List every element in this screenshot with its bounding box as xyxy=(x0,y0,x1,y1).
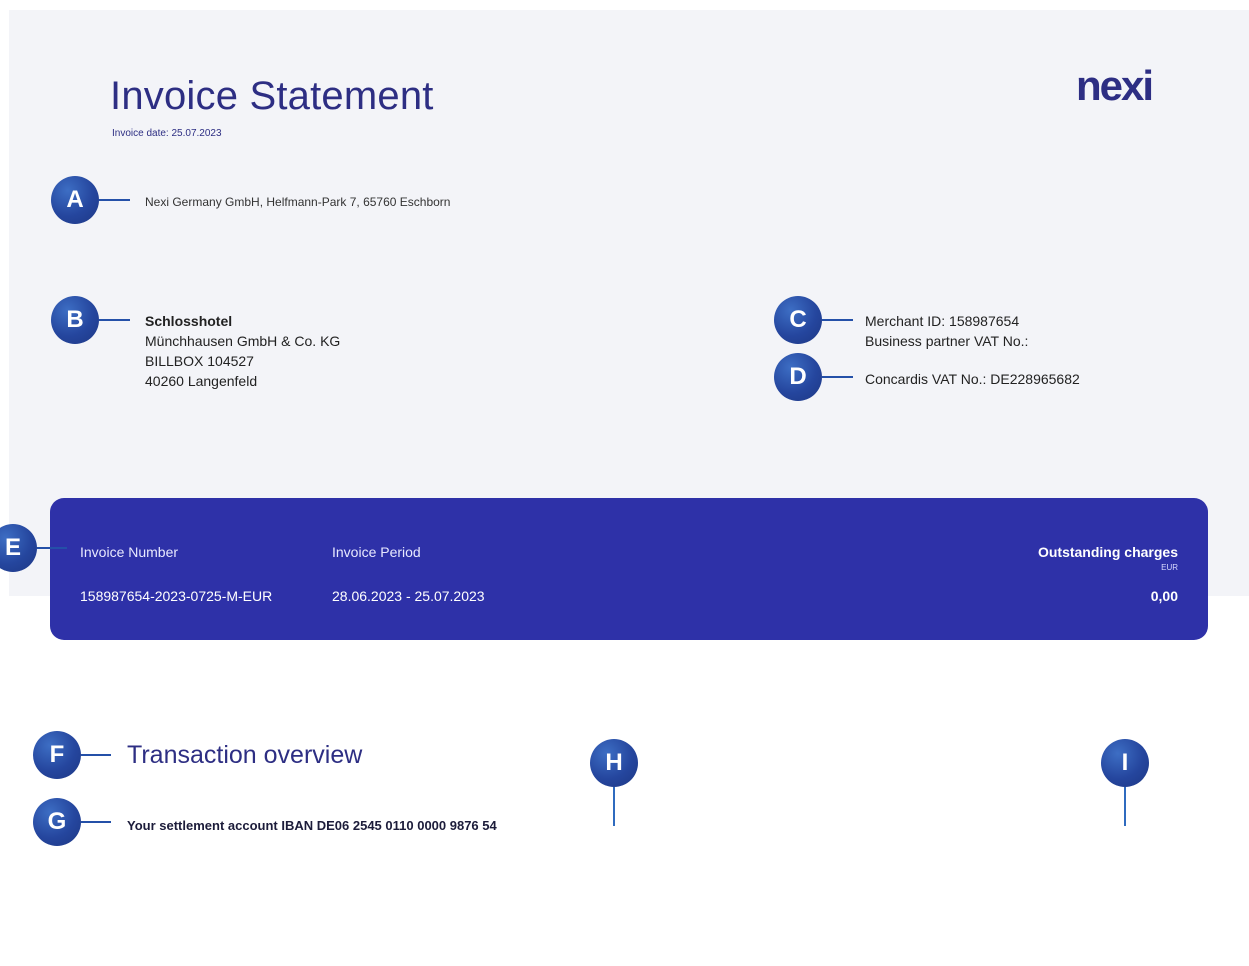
partner-vat: Business partner VAT No.: xyxy=(865,333,1029,349)
marker-h-line xyxy=(613,787,615,826)
marker-b: B xyxy=(51,296,99,344)
marker-d-line xyxy=(822,376,853,378)
merchant-id: Merchant ID: 158987654 xyxy=(865,313,1020,329)
marker-c-line xyxy=(822,319,853,321)
outstanding-charges-value: 0,00 xyxy=(1150,588,1178,604)
marker-f-line xyxy=(81,754,111,756)
sender-address: Nexi Germany GmbH, Helfmann-Park 7, 6576… xyxy=(145,195,451,209)
invoice-number-label: Invoice Number xyxy=(80,544,179,560)
marker-h: H xyxy=(590,739,638,787)
recipient-name: Schlosshotel xyxy=(145,313,233,329)
recipient-line: 40260 Langenfeld xyxy=(145,373,258,389)
recipient-line: BILLBOX 104527 xyxy=(145,353,254,369)
marker-a: A xyxy=(51,176,99,224)
marker-i-line xyxy=(1124,787,1126,826)
recipient-line: Münchhausen GmbH & Co. KG xyxy=(145,333,341,349)
page-title: Invoice Statement xyxy=(110,74,434,118)
marker-c: C xyxy=(774,296,822,344)
merchant-info: Merchant ID: 158987654 Business partner … xyxy=(865,311,1028,351)
recipient-address: Schlosshotel Münchhausen GmbH & Co. KG B… xyxy=(145,311,340,391)
marker-a-line xyxy=(99,199,130,201)
transaction-overview-title: Transaction overview xyxy=(127,741,363,769)
invoice-period-label: Invoice Period xyxy=(332,544,421,560)
invoice-summary-banner: Invoice Number 158987654-2023-0725-M-EUR… xyxy=(50,498,1208,640)
marker-f: F xyxy=(33,731,81,779)
marker-e-line xyxy=(37,547,67,549)
invoice-period: 28.06.2023 - 25.07.2023 xyxy=(332,588,485,604)
marker-i: I xyxy=(1101,739,1149,787)
marker-d: D xyxy=(774,353,822,401)
invoice-number: 158987654-2023-0725-M-EUR xyxy=(80,588,273,604)
settlement-iban: Your settlement account IBAN DE06 2545 0… xyxy=(127,818,497,833)
invoice-date: Invoice date: 25.07.2023 xyxy=(112,128,222,139)
nexi-logo: nexi xyxy=(1076,62,1154,109)
marker-b-line xyxy=(99,319,130,321)
outstanding-charges-label: Outstanding charges xyxy=(1037,544,1178,560)
currency-label: EUR xyxy=(1161,563,1178,572)
marker-g: G xyxy=(33,798,81,846)
concardis-vat: Concardis VAT No.: DE228965682 xyxy=(865,371,1080,387)
marker-g-line xyxy=(81,821,111,823)
